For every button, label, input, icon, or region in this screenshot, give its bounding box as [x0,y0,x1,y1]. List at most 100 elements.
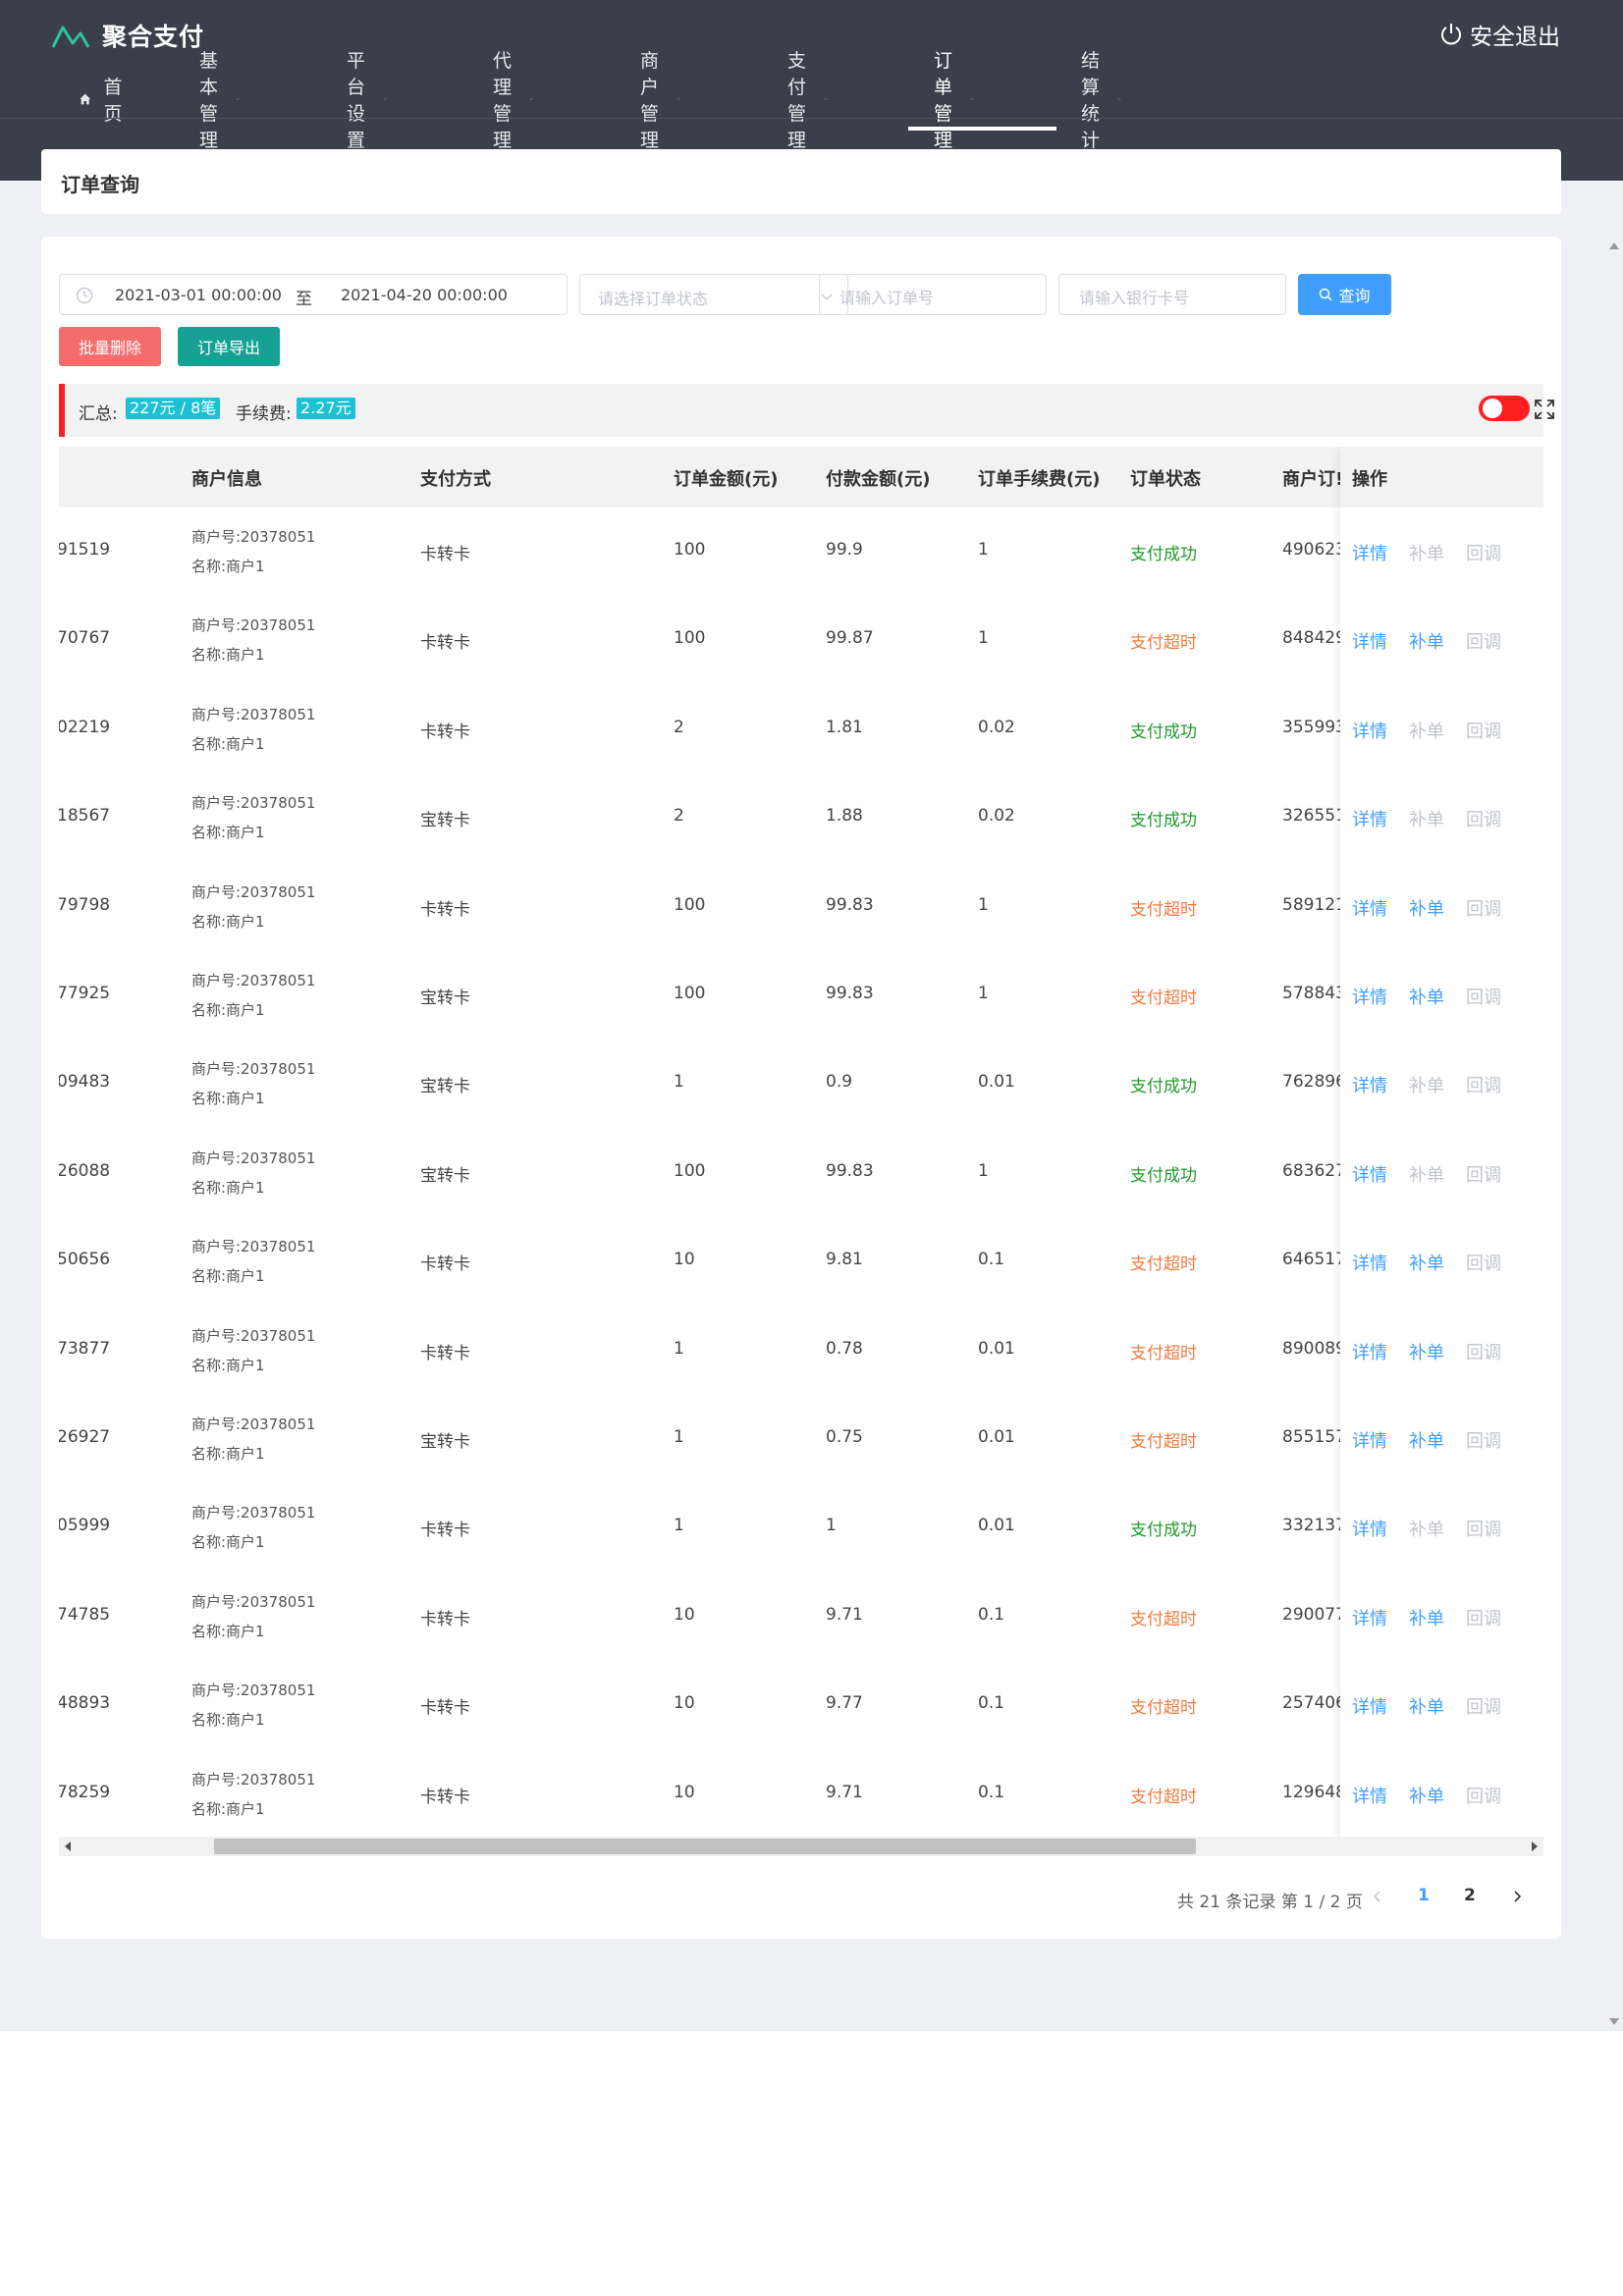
header-pay-method[interactable]: 支付方式 [420,465,491,491]
callback-link[interactable]: 回调 [1466,628,1501,654]
detail-link[interactable]: 详情 [1352,1605,1387,1630]
order-number-input[interactable]: 请输入订单号 [819,274,1047,315]
header-status[interactable]: 订单状态 [1130,465,1201,491]
horizontal-scrollbar[interactable] [59,1837,1543,1856]
supplement-link[interactable]: 补单 [1409,1427,1444,1453]
supplement-link[interactable]: 补单 [1409,895,1444,921]
table-row[interactable]: 50656 卡转卡 10 9.81 0.1 支付超时 646517 商户号:20378051 名… [59,1217,1543,1306]
header-merchant-info[interactable]: 商户信息 [191,465,262,491]
supplement-link[interactable]: 补单 [1409,540,1444,565]
callback-link[interactable]: 回调 [1466,1161,1501,1187]
page-1[interactable]: 1 [1418,1886,1430,1905]
callback-link[interactable]: 回调 [1466,1339,1501,1364]
detail-link[interactable]: 详情 [1352,1783,1387,1808]
supplement-link[interactable]: 补单 [1409,1339,1444,1364]
scroll-thumb[interactable] [214,1839,1196,1854]
callback-link[interactable]: 回调 [1466,806,1501,831]
detail-link[interactable]: 详情 [1352,895,1387,921]
header-order-amount[interactable]: 订单金额(元) [674,465,778,491]
header-fee[interactable]: 订单手续费(元) [978,465,1100,491]
supplement-link[interactable]: 补单 [1409,1072,1444,1097]
bank-card-input[interactable]: 请输入银行卡号 [1058,274,1286,315]
nav-item-home[interactable]: 首页 [79,67,129,132]
logout-button[interactable]: 安全退出 [1438,16,1560,53]
callback-link[interactable]: 回调 [1466,895,1501,921]
supplement-link[interactable]: 补单 [1409,1693,1444,1719]
table-row[interactable]: 18567 宝转卡 2 1.88 0.02 支付成功 326551 商户号:20378051 名… [59,774,1543,862]
scroll-up-arrow-icon[interactable] [1609,242,1619,249]
table-row[interactable]: 79798 卡转卡 100 99.83 1 支付超时 589121 商户号:20378051 名… [59,863,1543,951]
date-start[interactable]: 2021-03-01 00:00:00 [115,286,282,304]
table-row[interactable]: 70767 卡转卡 100 99.87 1 支付超时 848429 商户号:20378051 名… [59,596,1543,684]
callback-link[interactable]: 回调 [1466,1783,1501,1808]
nav-item-payment[interactable]: 支付管理 [787,50,828,151]
export-button[interactable]: 订单导出 [178,327,280,366]
page-2[interactable]: 2 [1464,1886,1476,1905]
supplement-link[interactable]: 补单 [1409,1516,1444,1541]
detail-link[interactable]: 详情 [1352,1250,1387,1275]
table-row[interactable]: 73877 卡转卡 1 0.78 0.01 支付超时 890089 商户号:20378051 名… [59,1307,1543,1395]
table-row[interactable]: 05999 卡转卡 1 1 0.01 支付成功 332137 商户号:20378051 名称:商… [59,1483,1543,1572]
table-row[interactable]: 78259 卡转卡 10 9.71 0.1 支付超时 129648 商户号:20378051 名… [59,1750,1543,1839]
callback-link[interactable]: 回调 [1466,1250,1501,1275]
next-page-icon[interactable] [1510,1890,1524,1903]
detail-link[interactable]: 详情 [1352,628,1387,654]
nav-item-merchant[interactable]: 商户管理 [640,50,680,151]
detail-link[interactable]: 详情 [1352,984,1387,1009]
detail-link[interactable]: 详情 [1352,806,1387,831]
nav-item-basic[interactable]: 基本管理 [199,50,240,151]
header-merchant-order[interactable]: 商户订! [1282,465,1343,491]
detail-link[interactable]: 详情 [1352,540,1387,565]
callback-link[interactable]: 回调 [1466,1072,1501,1097]
table-row[interactable]: 09483 宝转卡 1 0.9 0.01 支付成功 762896 商户号:20378051 名称… [59,1040,1543,1128]
detail-link[interactable]: 详情 [1352,1339,1387,1364]
table-row[interactable]: 77925 宝转卡 100 99.83 1 支付超时 578843 商户号:20378051 名… [59,951,1543,1040]
brand[interactable]: 聚合支付 [51,14,204,57]
scroll-left-arrow-icon[interactable] [65,1842,71,1851]
nav-item-platform[interactable]: 平台设置 [347,50,387,151]
fullscreen-icon[interactable] [1534,399,1555,420]
cell-status: 支付成功 [1130,545,1197,564]
scroll-down-arrow-icon[interactable] [1609,2018,1619,2025]
table-row[interactable]: 26088 宝转卡 100 99.83 1 支付成功 683627 商户号:20378051 名… [59,1129,1543,1217]
date-range-picker[interactable]: 2021-03-01 00:00:00 至 2021-04-20 00:00:0… [59,274,568,315]
table-row[interactable]: 02219 卡转卡 2 1.81 0.02 支付成功 355993 商户号:20378051 名… [59,685,1543,774]
batch-delete-button[interactable]: 批量删除 [59,327,161,366]
supplement-link[interactable]: 补单 [1409,1250,1444,1275]
callback-link[interactable]: 回调 [1466,1427,1501,1453]
supplement-link[interactable]: 补单 [1409,1161,1444,1187]
callback-link[interactable]: 回调 [1466,1516,1501,1541]
detail-link[interactable]: 详情 [1352,1516,1387,1541]
query-button[interactable]: 查询 [1298,274,1391,315]
detail-link[interactable]: 详情 [1352,1427,1387,1453]
order-status-select[interactable]: 请选择订单状态 [579,274,848,315]
nav-item-orders[interactable]: 订单管理 [934,50,974,151]
callback-link[interactable]: 回调 [1466,540,1501,565]
vertical-scrollbar[interactable] [1605,237,1623,2031]
supplement-link[interactable]: 补单 [1409,984,1444,1009]
supplement-link[interactable]: 补单 [1409,718,1444,743]
supplement-link[interactable]: 补单 [1409,1783,1444,1808]
supplement-link[interactable]: 补单 [1409,628,1444,654]
table-row[interactable]: 48893 卡转卡 10 9.77 0.1 支付超时 257406 商户号:20378051 名… [59,1661,1543,1749]
detail-link[interactable]: 详情 [1352,1072,1387,1097]
table-row[interactable]: 91519 卡转卡 100 99.9 1 支付成功 490623 商户号:20378051 名称… [59,507,1543,596]
supplement-link[interactable]: 补单 [1409,806,1444,831]
supplement-link[interactable]: 补单 [1409,1605,1444,1630]
scroll-right-arrow-icon[interactable] [1532,1842,1538,1851]
nav-item-settlement[interactable]: 结算统计 [1081,50,1121,151]
detail-link[interactable]: 详情 [1352,1161,1387,1187]
table-row[interactable]: 74785 卡转卡 10 9.71 0.1 支付超时 290077 商户号:20378051 名… [59,1573,1543,1661]
nav-item-agent[interactable]: 代理管理 [493,50,533,151]
callback-link[interactable]: 回调 [1466,984,1501,1009]
table-row[interactable]: 26927 宝转卡 1 0.75 0.01 支付超时 855157 商户号:20378051 名… [59,1395,1543,1483]
callback-link[interactable]: 回调 [1466,1605,1501,1630]
callback-link[interactable]: 回调 [1466,718,1501,743]
header-paid-amount[interactable]: 付款金额(元) [826,465,930,491]
date-end[interactable]: 2021-04-20 00:00:00 [341,286,508,304]
prev-page-icon[interactable] [1371,1890,1384,1903]
detail-link[interactable]: 详情 [1352,1693,1387,1719]
callback-link[interactable]: 回调 [1466,1693,1501,1719]
toggle-switch[interactable] [1479,396,1530,421]
detail-link[interactable]: 详情 [1352,718,1387,743]
